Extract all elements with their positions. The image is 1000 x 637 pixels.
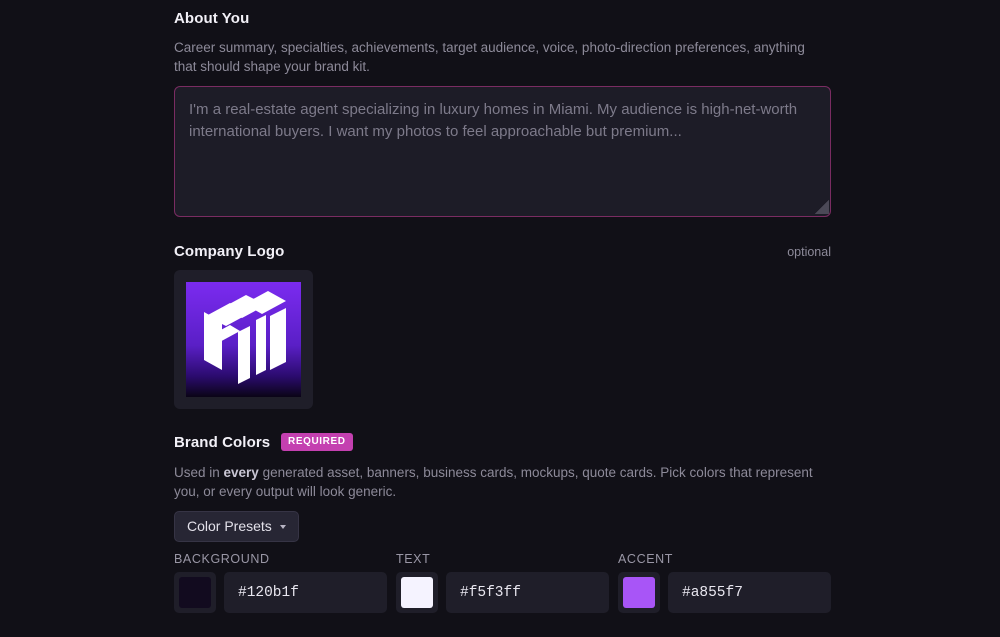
description-text: Used in	[174, 465, 224, 480]
required-badge: REQUIRED	[281, 433, 353, 451]
background-color-swatch	[179, 577, 211, 608]
about-you-title: About You	[174, 10, 250, 27]
background-hex-input[interactable]	[224, 572, 387, 613]
accent-color-group: ACCENT	[618, 552, 831, 613]
text-color-label: TEXT	[396, 552, 431, 566]
background-color-group: BACKGROUND	[174, 552, 387, 613]
accent-hex-input[interactable]	[668, 572, 831, 613]
brand-colors-description: Used in every generated asset, banners, …	[174, 463, 831, 501]
accent-color-picker[interactable]	[618, 572, 660, 613]
isometric-blocks-logo-icon	[204, 291, 286, 384]
color-presets-label: Color Presets	[187, 518, 272, 534]
caret-down-icon	[279, 525, 286, 530]
color-presets-dropdown[interactable]: Color Presets	[174, 511, 299, 542]
brand-colors-title: Brand Colors	[174, 434, 271, 451]
background-color-label: BACKGROUND	[174, 552, 270, 566]
optional-label: optional	[787, 245, 831, 259]
about-you-textarea[interactable]	[174, 86, 831, 217]
text-hex-input[interactable]	[446, 572, 609, 613]
accent-color-swatch	[623, 577, 655, 608]
logo-upload-card[interactable]	[174, 270, 313, 409]
accent-color-label: ACCENT	[618, 552, 673, 566]
company-logo-title: Company Logo	[174, 243, 285, 260]
text-color-swatch	[401, 577, 433, 608]
resize-handle-icon[interactable]	[815, 200, 829, 214]
description-emphasis: every	[223, 465, 259, 480]
text-color-group: TEXT	[396, 552, 609, 613]
description-text-rest: generated asset, banners, business cards…	[174, 465, 813, 499]
about-you-description: Career summary, specialties, achievement…	[174, 40, 805, 74]
text-color-picker[interactable]	[396, 572, 438, 613]
background-color-picker[interactable]	[174, 572, 216, 613]
company-logo-image	[186, 282, 301, 397]
